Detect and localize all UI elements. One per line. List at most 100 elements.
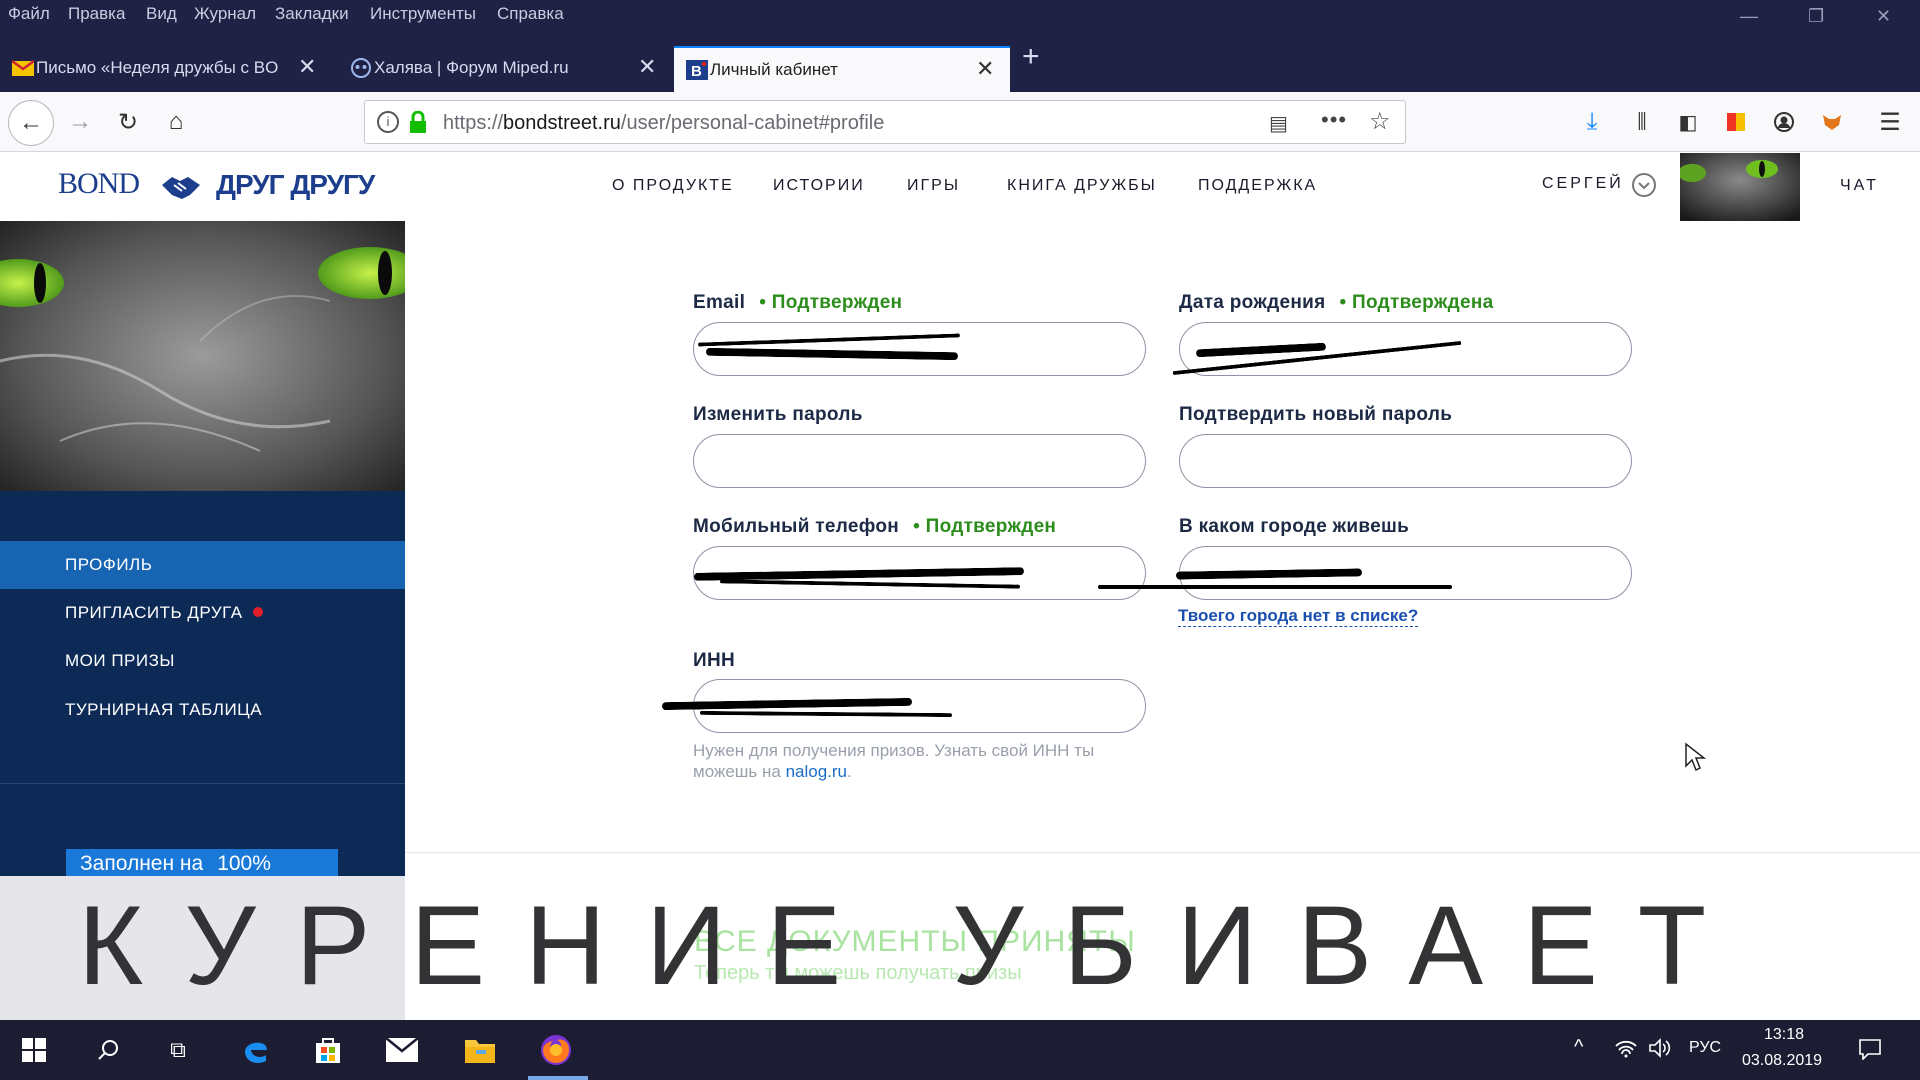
menu-view[interactable]: Вид (146, 4, 177, 24)
sidebar-item-label: ПРОФИЛЬ (65, 555, 153, 574)
mouse-cursor-icon (1685, 742, 1706, 772)
task-view-icon[interactable]: ⧉ (160, 1032, 196, 1068)
nav-stories[interactable]: ИСТОРИИ (773, 177, 865, 195)
reload-button[interactable]: ↻ (112, 106, 144, 138)
birthdate-label-text: Дата рождения (1179, 292, 1326, 313)
sidebar-item-leaderboard[interactable]: ТУРНИРНАЯ ТАБЛИЦА (0, 686, 405, 734)
inn-label: ИНН (693, 650, 735, 671)
fox-extension-icon[interactable] (1816, 106, 1848, 138)
restore-icon[interactable]: ❐ (1808, 6, 1824, 27)
tab-forum[interactable]: Халява | Форум Miped.ru ✕ (338, 46, 668, 92)
navigation-toolbar: ← → ↻ ⌂ i https://bondstreet.ru/user/per… (0, 92, 1920, 152)
bookmark-star-icon[interactable]: ☆ (1369, 107, 1391, 136)
windows-start-icon[interactable] (16, 1032, 52, 1068)
confirm-password-field[interactable] (1179, 434, 1632, 488)
wifi-icon[interactable] (1614, 1038, 1638, 1063)
new-tab-icon[interactable]: + (1022, 42, 1040, 72)
handshake-icon (162, 177, 200, 199)
mail-app-icon[interactable] (384, 1032, 420, 1068)
nav-friendship-book[interactable]: КНИГА ДРУЖБЫ (1007, 177, 1157, 195)
phone-label-text: Мобильный телефон (693, 516, 900, 537)
volume-icon[interactable] (1648, 1038, 1672, 1063)
completion-label: Заполнен на (80, 852, 204, 875)
page-actions-icon[interactable]: ••• (1321, 107, 1347, 133)
tab-strip: Письмо «Неделя дружбы с BO ✕ Халява | Фо… (0, 34, 1920, 92)
file-explorer-icon[interactable] (462, 1032, 498, 1068)
birthdate-label: Дата рождения Подтверждена (1179, 292, 1493, 314)
confirm-password-label: Подтвердить новый пароль (1179, 404, 1453, 425)
sidebar-item-invite[interactable]: ПРИГЛАСИТЬ ДРУГА (0, 589, 405, 637)
minimize-icon[interactable]: — (1740, 6, 1758, 27)
chat-link[interactable]: ЧАТ (1840, 177, 1879, 195)
forward-button[interactable]: → (64, 106, 96, 138)
home-icon: ⌂ (168, 108, 184, 135)
lock-icon (410, 111, 426, 133)
edge-browser-icon[interactable] (238, 1032, 274, 1068)
downloads-icon[interactable]: ⤓ (1576, 106, 1608, 138)
home-button[interactable]: ⌂ (160, 106, 192, 138)
close-tab-icon[interactable]: ✕ (638, 54, 656, 80)
menu-history[interactable]: Журнал (194, 4, 256, 24)
windows-taskbar: ⧉ ^ РУС 13:18 03.08.2019 (0, 1020, 1920, 1080)
tab-cabinet[interactable]: B Личный кабинет ✕ (674, 46, 1010, 92)
browser-menubar: Файл Правка Вид Журнал Закладки Инструме… (0, 0, 1920, 34)
sidebar-divider (0, 783, 405, 784)
menu-help[interactable]: Справка (497, 4, 564, 24)
email-label-text: Email (693, 292, 746, 313)
firefox-icon[interactable] (538, 1032, 574, 1068)
nalog-link[interactable]: nalog.ru (786, 762, 847, 781)
sidebar-item-label: ПРИГЛАСИТЬ ДРУГА (65, 603, 243, 622)
sidebar-item-profile[interactable]: ПРОФИЛЬ (0, 541, 405, 589)
close-tab-icon[interactable]: ✕ (976, 56, 994, 82)
password-label: Изменить пароль (693, 404, 863, 425)
store-icon[interactable] (310, 1032, 346, 1068)
back-button[interactable]: ← (8, 100, 54, 146)
arrow-right-icon: → (68, 108, 92, 135)
city-not-listed-link[interactable]: Твоего города нет в списке? (1178, 606, 1419, 627)
notifications-icon[interactable] (1858, 1038, 1882, 1065)
sidebar-toggle-icon[interactable]: ◧ (1672, 106, 1704, 138)
avatar[interactable] (1680, 153, 1800, 221)
menu-bookmarks[interactable]: Закладки (275, 4, 349, 24)
email-status: Подтвержден (759, 292, 902, 313)
info-icon[interactable]: i (377, 111, 399, 133)
section-divider (405, 852, 1920, 853)
input-language[interactable]: РУС (1689, 1039, 1721, 1057)
clock-time[interactable]: 13:18 (1764, 1026, 1804, 1044)
new-password-field[interactable] (693, 434, 1146, 488)
tab-mail[interactable]: Письмо «Неделя дружбы с BO ✕ (0, 46, 330, 92)
address-bar[interactable]: i https://bondstreet.ru/user/personal-ca… (364, 100, 1406, 144)
nav-support[interactable]: ПОДДЕРЖКА (1198, 177, 1317, 195)
sidebar-item-prizes[interactable]: МОИ ПРИЗЫ (0, 637, 405, 685)
logo-bond[interactable]: BOND (58, 167, 140, 201)
url-path: /user/personal-cabinet#profile (620, 112, 885, 134)
clock-date[interactable]: 03.08.2019 (1742, 1052, 1822, 1070)
hamburger-menu-icon[interactable]: ☰ (1874, 106, 1906, 138)
url-text[interactable]: https://bondstreet.ru/user/personal-cabi… (443, 112, 884, 135)
extension-flag-icon[interactable] (1720, 106, 1752, 138)
menu-tools[interactable]: Инструменты (370, 4, 476, 24)
active-app-indicator (528, 1076, 588, 1080)
redaction-scribble (1098, 585, 1452, 589)
user-menu-name[interactable]: СЕРГЕЙ (1542, 175, 1624, 193)
birthdate-status: Подтверждена (1339, 292, 1493, 313)
url-host: bondstreet.ru (503, 112, 621, 134)
tab-title: Личный кабинет (710, 60, 838, 79)
reader-view-icon[interactable]: ▤ (1269, 111, 1288, 136)
nav-games[interactable]: ИГРЫ (907, 177, 960, 195)
profile-completion-badge: Заполнен на 100% (66, 849, 338, 879)
menu-edit[interactable]: Правка (68, 4, 125, 24)
forum-icon (351, 58, 371, 78)
close-tab-icon[interactable]: ✕ (298, 54, 316, 80)
tray-chevron-icon[interactable]: ^ (1574, 1036, 1583, 1059)
nav-product[interactable]: О ПРОДУКТЕ (612, 177, 734, 195)
inn-hint-text: Нужен для получения призов. Узнать свой … (693, 741, 1095, 781)
chevron-down-icon[interactable] (1632, 173, 1656, 197)
health-warning-banner: КУРЕНИЕ УБИВАЕТ (78, 883, 1747, 1008)
close-window-icon[interactable]: ✕ (1876, 6, 1891, 27)
account-icon[interactable] (1768, 106, 1800, 138)
library-icon[interactable]: ⫼ (1626, 106, 1658, 138)
mail-icon (12, 59, 34, 76)
menu-file[interactable]: Файл (8, 4, 50, 24)
search-icon[interactable] (90, 1032, 126, 1068)
